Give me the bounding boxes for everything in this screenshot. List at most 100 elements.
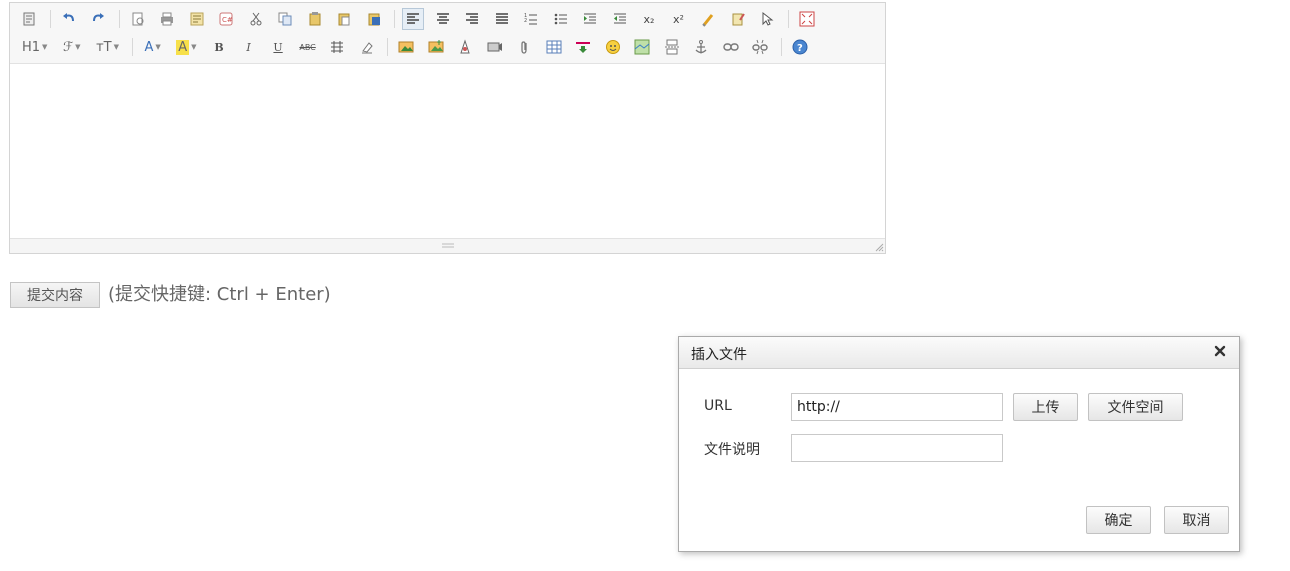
paste-icon bbox=[309, 12, 320, 26]
editor-statusbar bbox=[10, 238, 885, 253]
toolbar-button-preview[interactable] bbox=[127, 8, 149, 30]
close-icon[interactable] bbox=[1213, 344, 1227, 358]
toolbar-button-flash[interactable] bbox=[454, 36, 476, 58]
dialog-title: 插入文件 bbox=[691, 347, 747, 363]
link-icon bbox=[722, 43, 739, 51]
underline-icon: U bbox=[273, 40, 283, 54]
toolbar-button-paste[interactable] bbox=[304, 8, 326, 30]
toolbar-button-clear-format[interactable] bbox=[697, 8, 719, 30]
toolbar-button-template[interactable] bbox=[186, 8, 208, 30]
toolbar-separator bbox=[49, 10, 51, 28]
toolbar-button-ordered-list[interactable]: 12 bbox=[520, 8, 542, 30]
toolbar-button-multi-image[interactable] bbox=[425, 36, 447, 58]
preview-icon bbox=[132, 12, 143, 26]
font-color-icon: A bbox=[144, 39, 154, 55]
align-center-icon bbox=[436, 13, 449, 24]
toolbar-button-paste-word[interactable] bbox=[363, 8, 385, 30]
toolbar-button-undo[interactable] bbox=[58, 8, 80, 30]
toolbar-button-paste-text[interactable] bbox=[333, 8, 355, 30]
clear-format-icon bbox=[702, 14, 714, 27]
unlink-icon bbox=[752, 39, 768, 55]
insert-file-dialog: 插入文件 URL 上传 文件空间 文件说明 确定 取消 bbox=[678, 336, 1240, 552]
subscript-icon: x₂ bbox=[643, 12, 655, 26]
url-input[interactable] bbox=[791, 393, 1003, 421]
svg-text:?: ? bbox=[797, 43, 803, 54]
font-family-icon: ℱ bbox=[62, 39, 74, 55]
caret-down-icon: ▼ bbox=[42, 43, 48, 51]
toolbar-button-line-height[interactable] bbox=[326, 36, 348, 58]
toolbar-button-highlight-color[interactable]: A ▼ bbox=[172, 36, 200, 58]
toolbar-button-code[interactable]: C# bbox=[215, 8, 237, 30]
indent-icon bbox=[584, 13, 596, 24]
cancel-button[interactable]: 取消 bbox=[1164, 506, 1229, 534]
toolbar-button-print[interactable] bbox=[156, 8, 178, 30]
upload-button[interactable]: 上传 bbox=[1013, 393, 1078, 421]
submit-shortcut-hint: (提交快捷键: Ctrl + Enter) bbox=[108, 284, 331, 305]
toolbar-button-quick-format[interactable] bbox=[727, 8, 749, 30]
toolbar-button-indent[interactable] bbox=[579, 8, 601, 30]
toolbar-button-fullscreen[interactable] bbox=[796, 8, 818, 30]
toolbar-button-font-color[interactable]: A ▼ bbox=[140, 36, 164, 58]
toolbar-button-bold[interactable]: B bbox=[208, 36, 230, 58]
toolbar-button-align-justify[interactable] bbox=[491, 8, 513, 30]
toolbar-button-insert-hr[interactable] bbox=[572, 36, 594, 58]
toolbar-button-emoticon[interactable] bbox=[602, 36, 624, 58]
insert-hr-icon bbox=[576, 42, 591, 53]
toolbar-button-media[interactable] bbox=[484, 36, 506, 58]
media-icon bbox=[487, 42, 502, 52]
toolbar-button-strikethrough[interactable]: ABC bbox=[297, 36, 319, 58]
toolbar-separator bbox=[118, 10, 120, 28]
superscript-icon: x² bbox=[673, 12, 684, 26]
toolbar-button-align-center[interactable] bbox=[432, 8, 454, 30]
toolbar-button-source-code[interactable] bbox=[18, 8, 40, 30]
file-space-button[interactable]: 文件空间 bbox=[1088, 393, 1183, 421]
file-description-input[interactable] bbox=[791, 434, 1003, 462]
caret-down-icon: ▼ bbox=[155, 43, 161, 51]
toolbar-button-align-left[interactable] bbox=[402, 8, 424, 30]
confirm-button[interactable]: 确定 bbox=[1086, 506, 1151, 534]
toolbar-button-anchor[interactable] bbox=[690, 36, 712, 58]
editor-toolbar: C# 1 2 x₂ x² H1 ▼ ℱ ▼ ᴛT ▼ A ▼ A ▼ B I U ABC? bbox=[10, 3, 885, 64]
toolbar-button-outdent[interactable] bbox=[609, 8, 631, 30]
toolbar-button-unlink[interactable] bbox=[749, 36, 771, 58]
submit-content-button[interactable]: 提交内容 bbox=[10, 282, 100, 308]
toolbar-button-page-break[interactable] bbox=[661, 36, 683, 58]
toolbar-button-font-family[interactable]: ℱ ▼ bbox=[59, 36, 85, 58]
toolbar-button-image[interactable] bbox=[395, 36, 417, 58]
toolbar-button-heading[interactable]: H1 ▼ bbox=[18, 36, 51, 58]
toolbar-button-redo[interactable] bbox=[87, 8, 109, 30]
highlight-color-icon: A bbox=[176, 39, 190, 55]
heading-icon: H1 bbox=[22, 39, 41, 55]
resize-handle-icon[interactable] bbox=[440, 241, 456, 250]
editor-content-area[interactable] bbox=[10, 64, 885, 238]
fullscreen-icon bbox=[799, 11, 814, 27]
toolbar-button-superscript[interactable]: x² bbox=[668, 8, 690, 30]
toolbar-button-subscript[interactable]: x₂ bbox=[638, 8, 660, 30]
toolbar-button-font-size[interactable]: ᴛT ▼ bbox=[92, 36, 123, 58]
toolbar-button-link[interactable] bbox=[720, 36, 742, 58]
toolbar-button-italic[interactable]: I bbox=[238, 36, 260, 58]
dialog-titlebar[interactable]: 插入文件 bbox=[679, 337, 1239, 369]
toolbar-button-attachment[interactable] bbox=[513, 36, 535, 58]
template-icon bbox=[190, 12, 203, 26]
map-icon bbox=[634, 39, 650, 55]
strikethrough-icon: ABC bbox=[299, 42, 316, 52]
toolbar-button-unordered-list[interactable] bbox=[550, 8, 572, 30]
toolbar-button-cut[interactable] bbox=[245, 8, 267, 30]
caret-down-icon: ▼ bbox=[191, 43, 197, 51]
toolbar-button-remove-format[interactable] bbox=[356, 36, 378, 58]
toolbar-button-underline[interactable]: U bbox=[267, 36, 289, 58]
toolbar-button-help[interactable]: ? bbox=[789, 36, 811, 58]
flash-icon bbox=[460, 39, 470, 54]
toolbar-button-select-all[interactable] bbox=[756, 8, 778, 30]
corner-grip-icon[interactable] bbox=[875, 243, 884, 252]
toolbar-separator bbox=[132, 38, 134, 56]
toolbar-button-align-right[interactable] bbox=[461, 8, 483, 30]
toolbar-button-map[interactable] bbox=[631, 36, 653, 58]
toolbar-button-table[interactable] bbox=[543, 36, 565, 58]
rich-text-editor: C# 1 2 x₂ x² H1 ▼ ℱ ▼ ᴛT ▼ A ▼ A ▼ B I U ABC? bbox=[9, 2, 886, 254]
outdent-icon bbox=[613, 13, 626, 24]
toolbar-button-copy[interactable] bbox=[274, 8, 296, 30]
paste-text-icon bbox=[338, 13, 350, 26]
redo-icon bbox=[93, 13, 104, 22]
